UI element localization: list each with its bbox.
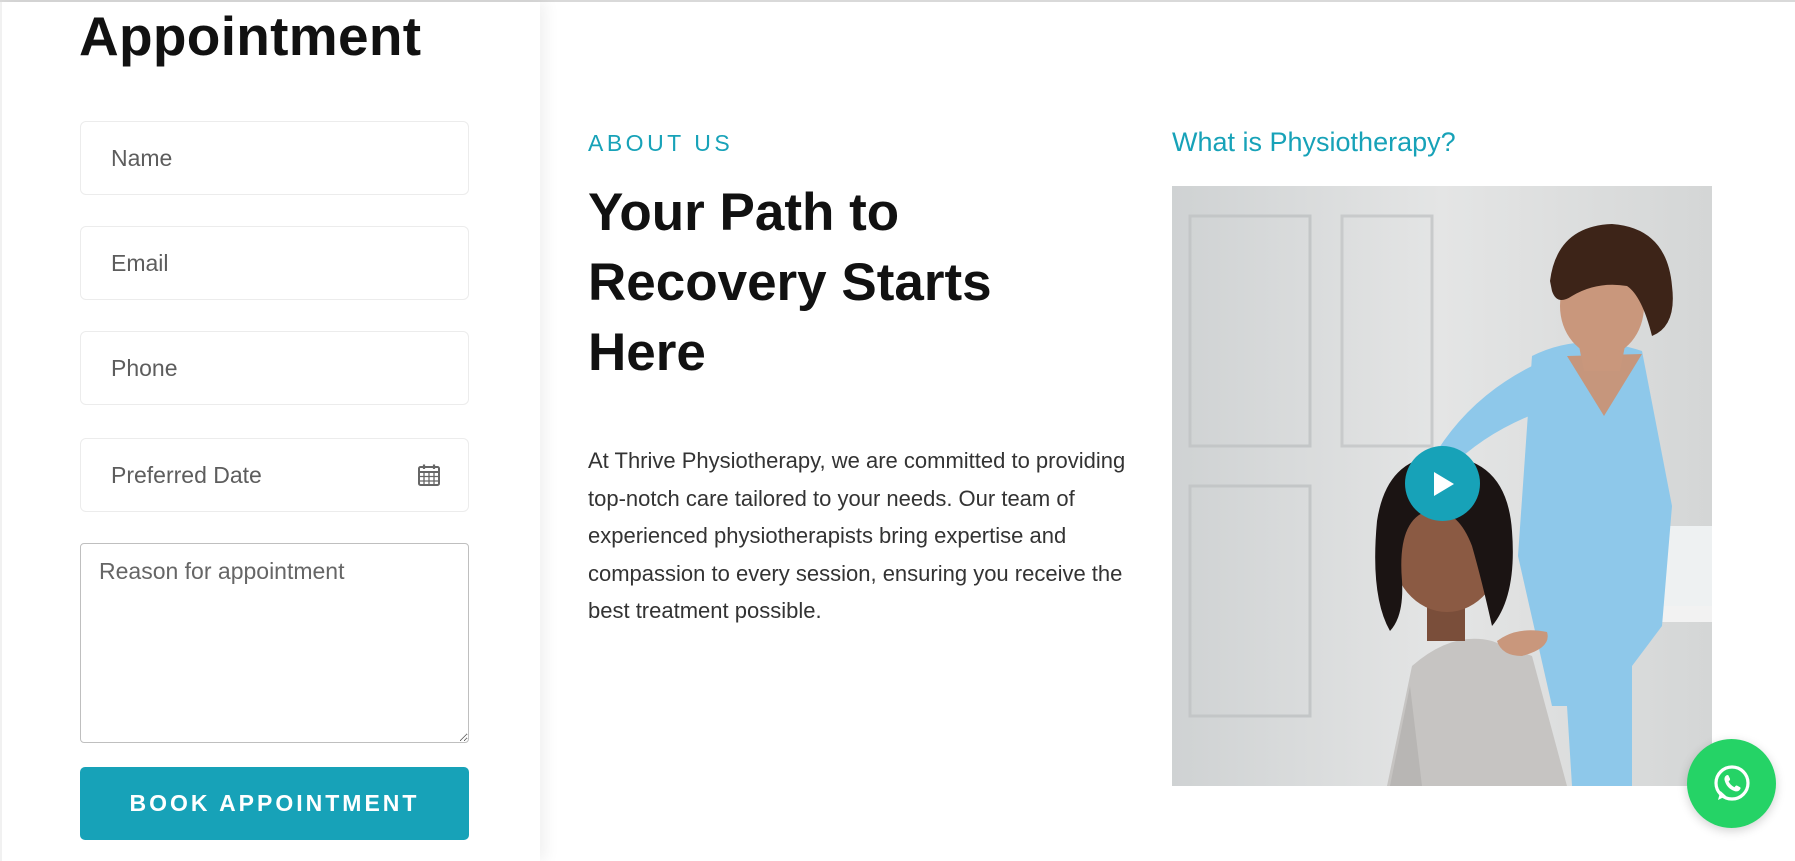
about-body: At Thrive Physiotherapy, we are committe… <box>588 448 1126 623</box>
preferred-date-field[interactable] <box>80 438 469 512</box>
preferred-date-input[interactable] <box>80 438 469 512</box>
play-icon <box>1433 471 1454 496</box>
name-input[interactable] <box>80 121 469 195</box>
book-appointment-button[interactable]: BOOK APPOINTMENT <box>80 767 469 840</box>
appointment-panel: Appointment BOOK APPOINTMENT <box>0 2 540 861</box>
calendar-icon[interactable] <box>417 463 441 487</box>
reason-textarea[interactable] <box>80 543 469 743</box>
phone-input[interactable] <box>80 331 469 405</box>
email-input[interactable] <box>80 226 469 300</box>
appointment-title: Appointment <box>79 5 422 67</box>
video-heading: What is Physiotherapy? <box>1172 127 1456 157</box>
whatsapp-chat-button[interactable] <box>1687 739 1776 828</box>
whatsapp-icon <box>1713 764 1750 801</box>
about-kicker: ABOUT US <box>588 130 734 156</box>
about-title: Your Path to Recovery Starts Here <box>588 183 992 382</box>
play-video-button[interactable] <box>1405 446 1480 521</box>
